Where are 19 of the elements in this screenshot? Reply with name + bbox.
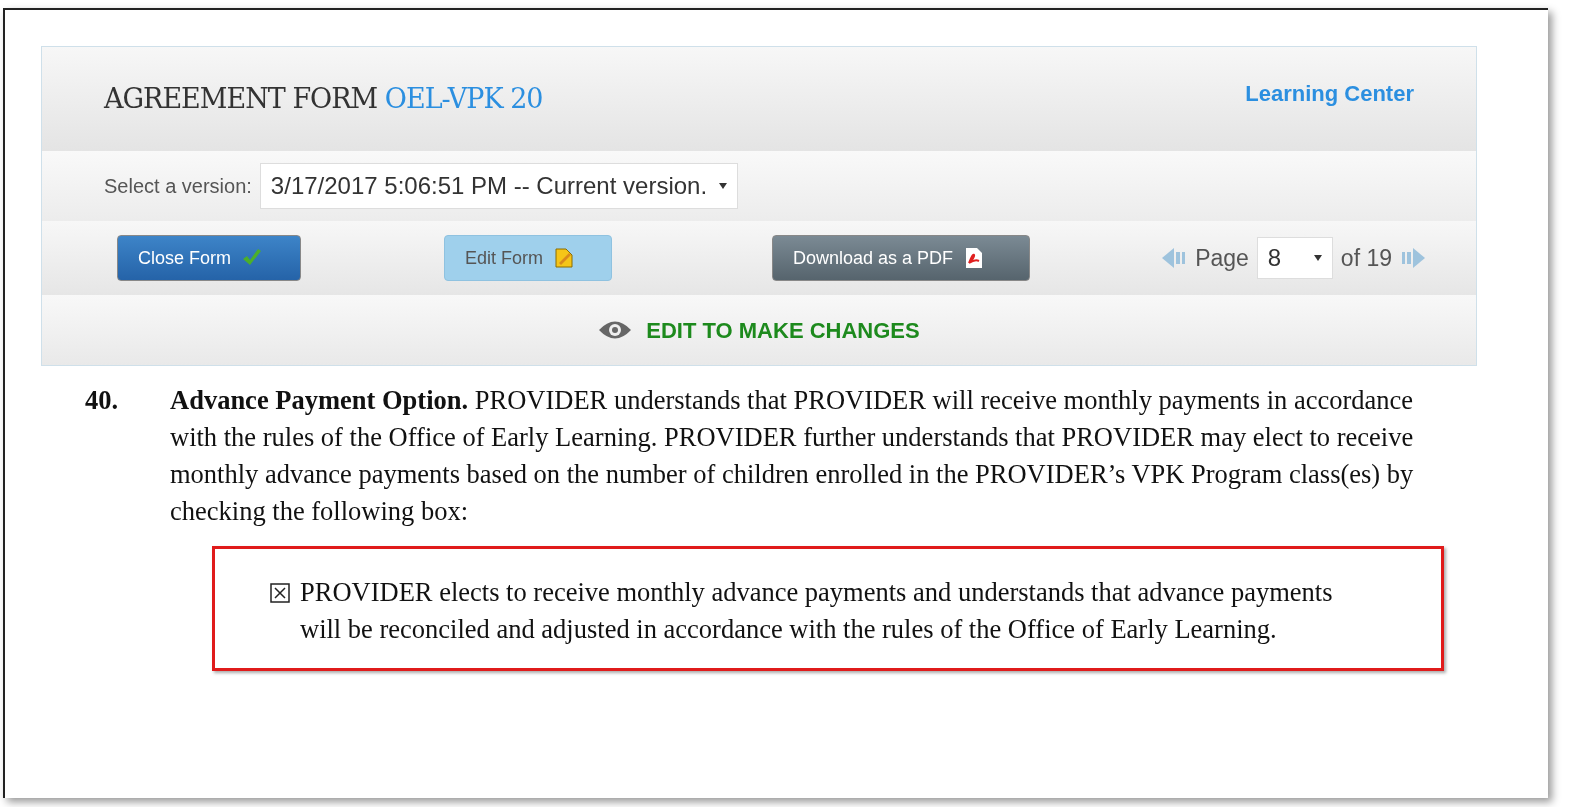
- edit-button[interactable]: Edit Form: [444, 235, 612, 281]
- page-total: of 19: [1340, 243, 1392, 273]
- close-button[interactable]: Close Form: [117, 235, 301, 281]
- eye-icon: [598, 319, 633, 341]
- form-title: AGREEMENT FORM OEL-VPK 20: [104, 81, 543, 116]
- clause-text: Advance Payment Option. PROVIDER understands that PROVIDER will receive monthly payments in accordance with the rules of the Office of Early Learning. PROVIDER further understands that PROVIDER may elect to receive monthly advance payments based on the number of children enrolled in the PROVIDER’s VPK Program class(es) by checking the following box:: [170, 384, 1415, 528]
- caret-icon[interactable]: [719, 183, 728, 189]
- clause-number: 40.: [85, 384, 120, 417]
- organization-link[interactable]: Learning Center: [1245, 76, 1414, 110]
- page-dropdown[interactable]: 8: [1256, 237, 1333, 279]
- checkbox[interactable]: [270, 583, 290, 603]
- version-label: Select a version:: [104, 174, 252, 199]
- pencil-icon: [553, 247, 575, 269]
- download-button[interactable]: Download as a PDF: [772, 235, 1030, 281]
- page-label: Page: [1195, 243, 1249, 273]
- version-dropdown[interactable]: 3/17/2017 5:06:51 PM -- Current version.: [259, 163, 739, 209]
- edit-notice: EDIT TO MAKE CHANGES: [646, 316, 920, 345]
- caret-icon[interactable]: [1313, 255, 1322, 261]
- option-text: PROVIDER elects to receive monthly advance payments and understands that advance payments will be reconciled and adjusted in accordance with the rules of the Office of Early Learning.: [300, 576, 1334, 646]
